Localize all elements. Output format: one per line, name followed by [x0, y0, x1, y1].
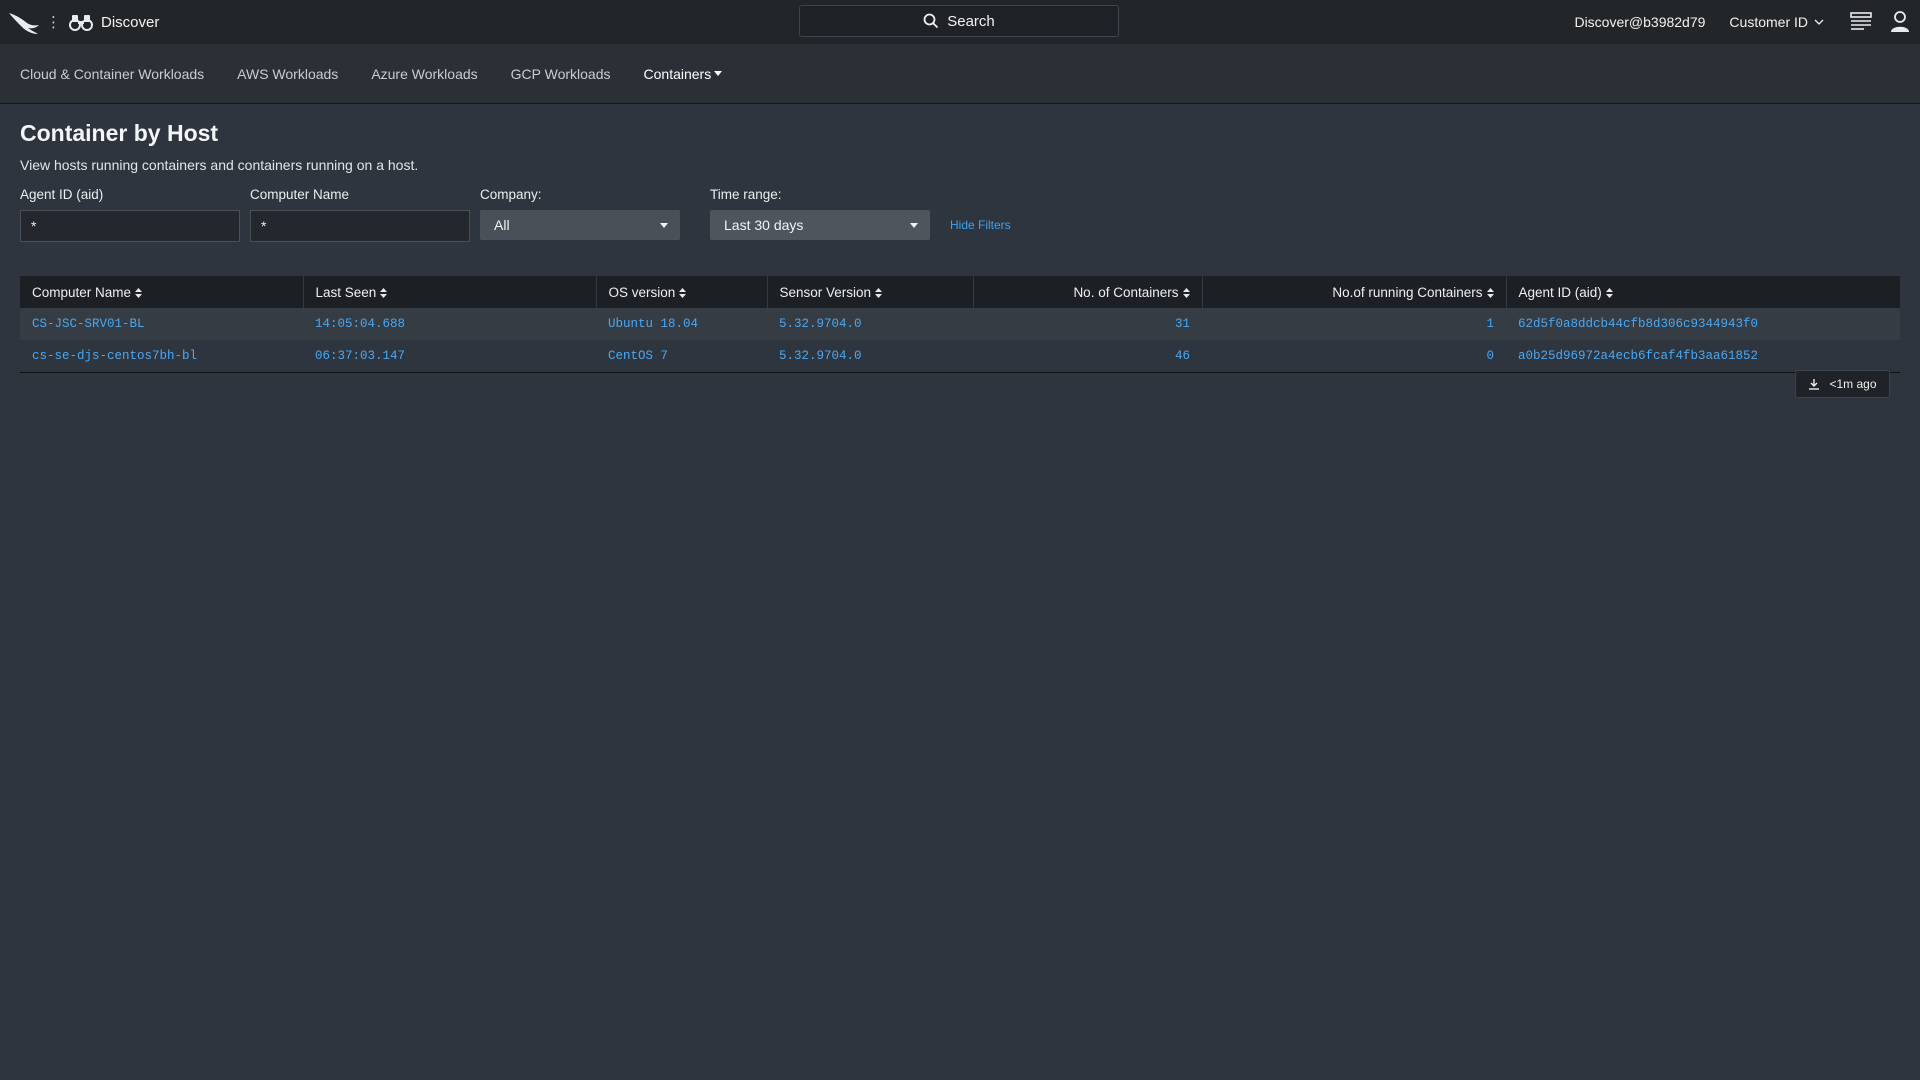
top-bar: ⋮ Discover Search Discover@b3982d79 Cust… — [0, 0, 1920, 44]
last-seen-link[interactable]: 14:05:04.688 — [315, 317, 405, 331]
page-title: Container by Host — [20, 120, 219, 146]
agent-id-filter: Agent ID (aid) — [20, 187, 240, 242]
column-header-running-containers[interactable]: No.of running Containers — [1202, 276, 1507, 308]
running-containers-link[interactable]: 0 — [1486, 349, 1494, 363]
user-menu-button[interactable] — [1890, 11, 1910, 33]
export-button[interactable]: <1m ago — [1795, 370, 1890, 398]
hosts-table: Computer Name Last Seen OS version Senso… — [20, 276, 1900, 373]
more-vertical-icon[interactable]: ⋮ — [46, 15, 61, 30]
header-right: Discover@b3982d79 Customer ID — [1574, 0, 1920, 44]
page-description: View hosts running containers and contai… — [20, 157, 419, 173]
time-range-select[interactable]: Last 30 days — [710, 210, 930, 240]
sort-icon — [135, 287, 143, 298]
tab-containers-label: Containers — [643, 65, 712, 82]
tab-cloud-container-workloads[interactable]: Cloud & Container Workloads — [20, 66, 204, 82]
chevron-down-icon — [1814, 19, 1824, 25]
sort-icon — [679, 287, 687, 298]
containers-count-link[interactable]: 31 — [1175, 317, 1190, 331]
column-header-containers[interactable]: No. of Containers — [973, 276, 1203, 308]
search-label: Search — [947, 12, 995, 30]
hide-filters-link[interactable]: Hide Filters — [950, 218, 1011, 232]
computer-name-link[interactable]: cs-se-djs-centos7bh-bl — [32, 349, 197, 363]
computer-name-filter: Computer Name — [250, 187, 470, 242]
user-icon — [1891, 11, 1909, 32]
column-header-computer-name[interactable]: Computer Name — [20, 276, 304, 308]
table-row: cs-se-djs-centos7bh-bl 06:37:03.147 Cent… — [20, 340, 1900, 373]
download-icon — [1809, 379, 1820, 390]
table-row: CS-JSC-SRV01-BL 14:05:04.688 Ubuntu 18.0… — [20, 308, 1900, 340]
workloads-nav: Cloud & Container Workloads AWS Workload… — [0, 44, 1920, 104]
agent-id-link[interactable]: a0b25d96972a4ecb6fcaf4fb3aa61852 — [1518, 349, 1758, 363]
running-containers-link[interactable]: 1 — [1486, 317, 1494, 331]
agent-id-label: Agent ID (aid) — [20, 187, 104, 202]
app-name[interactable]: Discover — [101, 14, 159, 31]
sort-icon — [1486, 287, 1494, 298]
tab-azure-workloads[interactable]: Azure Workloads — [371, 66, 477, 82]
column-header-last-seen[interactable]: Last Seen — [303, 276, 597, 308]
sort-icon — [1182, 287, 1190, 298]
tab-gcp-workloads[interactable]: GCP Workloads — [511, 66, 611, 82]
last-seen-link[interactable]: 06:37:03.147 — [315, 349, 405, 363]
company-select[interactable]: All — [480, 210, 680, 240]
agent-id-link[interactable]: 62d5f0a8ddcb44cfb8d306c9344943f0 — [1518, 317, 1758, 331]
time-range-filter: Time range: Last 30 days — [710, 187, 930, 240]
caret-down-icon — [714, 71, 723, 76]
search-button[interactable]: Search — [799, 5, 1119, 37]
brand: ⋮ Discover — [8, 0, 159, 44]
time-range-label: Time range: — [710, 187, 782, 202]
table-header-row: Computer Name Last Seen OS version Senso… — [20, 276, 1900, 308]
column-header-sensor-version[interactable]: Sensor Version — [767, 276, 974, 308]
tab-aws-workloads[interactable]: AWS Workloads — [237, 66, 338, 82]
caret-down-icon — [660, 222, 668, 228]
os-version-link[interactable]: Ubuntu 18.04 — [608, 317, 698, 331]
containers-count-link[interactable]: 46 — [1175, 349, 1190, 363]
sort-icon — [875, 287, 883, 298]
column-header-os-version[interactable]: OS version — [596, 276, 768, 308]
sensor-version-link[interactable]: 5.32.9704.0 — [779, 349, 862, 363]
binoculars-icon — [69, 15, 93, 31]
os-version-link[interactable]: CentOS 7 — [608, 349, 668, 363]
company-filter: Company: All — [480, 187, 680, 240]
computer-name-link[interactable]: CS-JSC-SRV01-BL — [32, 317, 145, 331]
customer-id-label: Customer ID — [1729, 14, 1808, 30]
column-header-agent-id[interactable]: Agent ID (aid) — [1506, 276, 1900, 308]
caret-down-icon — [910, 222, 918, 228]
search-icon — [923, 13, 939, 29]
user-name[interactable]: Discover@b3982d79 — [1574, 14, 1705, 30]
time-range-value: Last 30 days — [724, 217, 804, 233]
customer-id-dropdown[interactable]: Customer ID — [1729, 14, 1824, 30]
tab-containers[interactable]: Containers — [644, 66, 723, 82]
company-value: All — [494, 217, 510, 233]
notifications-icon — [1850, 12, 1872, 30]
sensor-version-link[interactable]: 5.32.9704.0 — [779, 317, 862, 331]
notifications-button[interactable] — [1850, 12, 1872, 32]
computer-name-label: Computer Name — [250, 187, 350, 202]
computer-name-input[interactable] — [250, 210, 470, 242]
sort-icon — [1605, 287, 1613, 298]
falcon-logo-icon[interactable] — [8, 9, 40, 35]
agent-id-input[interactable] — [20, 210, 240, 242]
last-updated-text: <1m ago — [1829, 377, 1877, 391]
sort-icon — [380, 287, 388, 298]
company-label: Company: — [480, 187, 542, 202]
